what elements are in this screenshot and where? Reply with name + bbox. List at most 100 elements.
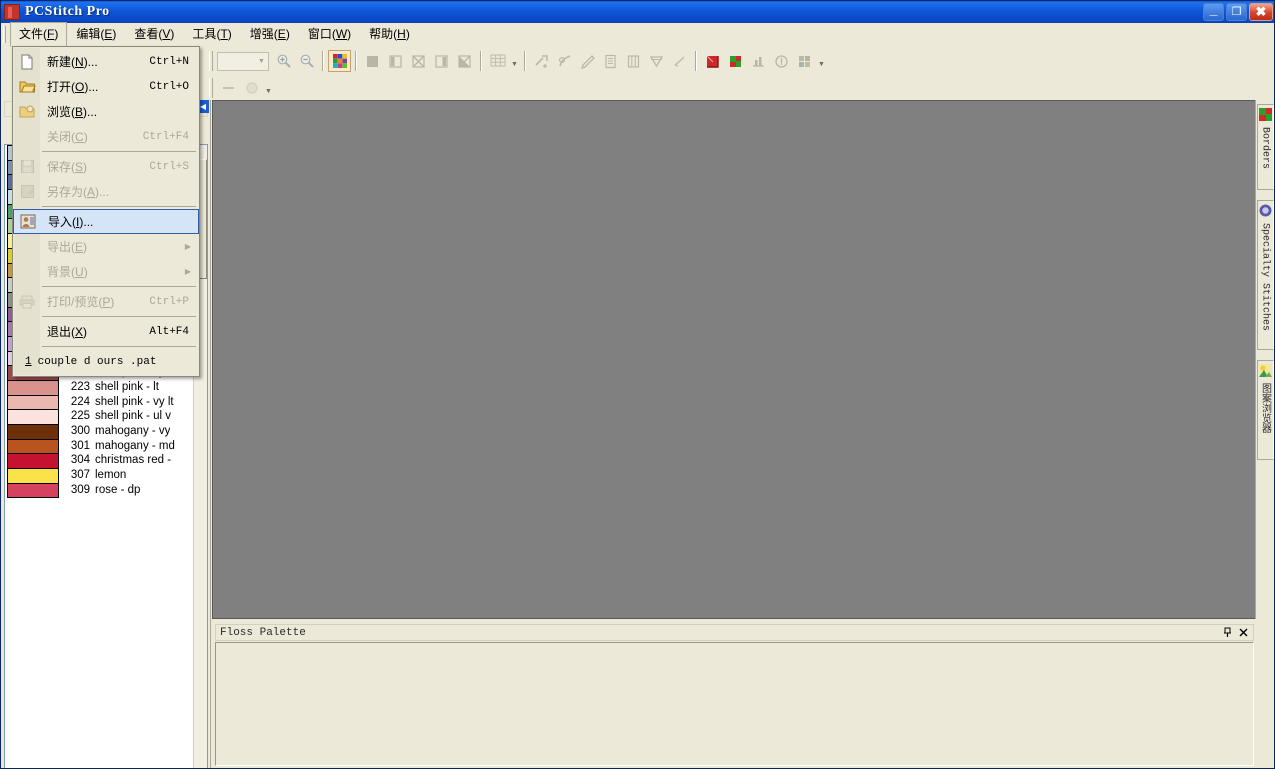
menu-file-accel: F bbox=[47, 26, 55, 41]
color-list-item[interactable]: 307 lemon bbox=[5, 468, 195, 483]
toolbar-separator-5 bbox=[695, 51, 697, 71]
color-name: lemon bbox=[95, 469, 127, 482]
document-canvas[interactable] bbox=[212, 100, 1257, 619]
menu-item-browse[interactable]: 浏览(B)... bbox=[13, 99, 199, 124]
red-book-button[interactable] bbox=[701, 50, 724, 72]
pattern-button[interactable] bbox=[793, 50, 816, 72]
three-quarter-stitch-button[interactable] bbox=[453, 50, 476, 72]
color-swatch bbox=[7, 409, 59, 425]
pin-icon[interactable] bbox=[1221, 626, 1234, 639]
grid-dropdown-arrow-icon[interactable]: ▼ bbox=[509, 50, 520, 72]
close-icon[interactable] bbox=[1237, 626, 1250, 639]
menu-item-text: 浏览 bbox=[47, 105, 72, 119]
menu-item-text: 导入 bbox=[48, 215, 73, 229]
save-as-icon bbox=[15, 181, 39, 202]
color-number: 225 bbox=[70, 410, 90, 423]
color-list-item[interactable]: 223 shell pink - lt bbox=[5, 380, 195, 395]
menu-tools[interactable]: 工具(T) bbox=[183, 22, 240, 46]
flag-green-button[interactable] bbox=[724, 50, 747, 72]
toolbar2-grip[interactable] bbox=[209, 78, 213, 98]
submenu-arrow-icon: ▶ bbox=[184, 242, 191, 251]
menu-item-9: 导出(E) ▶ bbox=[13, 234, 199, 259]
menubar-grip[interactable] bbox=[3, 26, 6, 43]
chart-button[interactable] bbox=[747, 50, 770, 72]
full-stitch-button[interactable] bbox=[361, 50, 384, 72]
zoom-out-button[interactable] bbox=[295, 50, 318, 72]
menu-item-open-folder[interactable]: 打开(O)... Ctrl+O bbox=[13, 74, 199, 99]
toolbar-grip[interactable] bbox=[209, 51, 213, 71]
menu-window[interactable]: 窗口(W) bbox=[299, 22, 360, 46]
eraser-button[interactable] bbox=[668, 50, 691, 72]
line-width-button[interactable] bbox=[217, 77, 240, 99]
minimize-button[interactable]: _ bbox=[1203, 2, 1224, 21]
color-number: 223 bbox=[70, 381, 90, 393]
menu-item-save-disk: 保存(S) Ctrl+S bbox=[13, 154, 199, 179]
info-button[interactable] bbox=[770, 50, 793, 72]
menu-separator bbox=[42, 286, 196, 287]
vtab-borders[interactable]: Borders bbox=[1256, 104, 1274, 190]
knot-button[interactable] bbox=[240, 77, 263, 99]
submenu-arrow-icon: ▶ bbox=[184, 267, 191, 276]
column-button[interactable] bbox=[622, 50, 645, 72]
color-list-item[interactable]: 300 mahogany - vy bbox=[5, 424, 195, 439]
menu-item-import[interactable]: 导入(I)... bbox=[13, 209, 199, 234]
menu-window-accel: W bbox=[335, 27, 348, 41]
backstitch-button[interactable] bbox=[553, 50, 576, 72]
color-palette-button[interactable] bbox=[328, 50, 351, 72]
color-list-item[interactable]: 224 shell pink - vy lt bbox=[5, 394, 195, 410]
menu-item-label: 另存为(A)... bbox=[47, 183, 109, 200]
floss-palette-body[interactable] bbox=[215, 642, 1254, 766]
menu-file[interactable]: 文件(F) bbox=[10, 21, 68, 47]
color-name: rose - dp bbox=[95, 483, 141, 496]
color-swatch bbox=[7, 438, 59, 454]
menu-item-accel: (N)... bbox=[71, 55, 98, 69]
flag-button[interactable] bbox=[645, 50, 668, 72]
half-stitch-left-button[interactable] bbox=[384, 50, 407, 72]
vtab-pattern-browser-label: 图案浏览器 bbox=[1259, 383, 1271, 433]
menu-enhance[interactable]: 增强(E) bbox=[241, 22, 299, 46]
pattern-dropdown-arrow-icon[interactable]: ▼ bbox=[816, 50, 827, 72]
menu-item-accel: (B)... bbox=[71, 105, 98, 119]
close-button[interactable]: ✖ bbox=[1249, 3, 1273, 21]
color-swatch bbox=[7, 453, 59, 469]
menu-help[interactable]: 帮助(H) bbox=[360, 22, 419, 46]
menu-tools-accel: T bbox=[220, 27, 228, 41]
close-icon: ✖ bbox=[1255, 4, 1267, 19]
menu-item-10: 背景(U) ▶ bbox=[13, 259, 199, 284]
pencil-button[interactable] bbox=[576, 50, 599, 72]
menu-item-recent-file[interactable]: 1 couple d ours .pat bbox=[13, 349, 199, 374]
menu-item-14[interactable]: 退出(X) Alt+F4 bbox=[13, 319, 199, 344]
color-list-item[interactable]: 225 shell pink - ul v bbox=[5, 409, 195, 425]
menu-edit[interactable]: 编辑(E) bbox=[67, 22, 125, 46]
color-list-item[interactable]: 309 rose - dp bbox=[5, 482, 195, 498]
add-stitch-button[interactable] bbox=[530, 50, 553, 72]
color-swatch bbox=[7, 482, 59, 498]
color-list-item[interactable]: 301 mahogany - md bbox=[5, 438, 195, 454]
no-icon bbox=[15, 321, 39, 342]
grid-button[interactable] bbox=[486, 50, 509, 72]
menu-item-new-document[interactable]: 新建(N)... Ctrl+N bbox=[13, 49, 199, 74]
menu-window-label: 窗口 bbox=[307, 27, 332, 41]
quarter-stitch-button[interactable] bbox=[407, 50, 430, 72]
menu-item-text: 导出 bbox=[47, 240, 72, 254]
half-stitch-right-button[interactable] bbox=[430, 50, 453, 72]
vtab-specialty-stitches[interactable]: Specialty Stitches bbox=[1256, 200, 1274, 350]
knot-dropdown-arrow-icon[interactable]: ▼ bbox=[263, 77, 274, 99]
restore-button[interactable]: ❐ bbox=[1226, 3, 1247, 21]
pattern-browser-icon bbox=[1258, 364, 1272, 380]
menu-item-text: 背景 bbox=[47, 265, 72, 279]
zoom-level-combo[interactable]: ▼ bbox=[217, 51, 269, 71]
zoom-in-button[interactable] bbox=[272, 50, 295, 72]
menu-item-label: 导出(E) bbox=[47, 238, 87, 255]
new-document-icon bbox=[15, 51, 39, 72]
toolbar-separator-1 bbox=[322, 51, 324, 71]
app-icon bbox=[4, 4, 20, 20]
menu-item-accel: (P) bbox=[98, 295, 115, 309]
menu-item-text: 打印/预览 bbox=[47, 295, 99, 309]
vtab-pattern-browser[interactable]: 图案浏览器 bbox=[1256, 360, 1274, 460]
menu-view[interactable]: 查看(V) bbox=[125, 22, 183, 46]
color-swatch bbox=[7, 380, 59, 395]
page-button[interactable] bbox=[599, 50, 622, 72]
color-list-item[interactable]: 304 christmas red - bbox=[5, 453, 195, 469]
menu-item-shortcut: Ctrl+S bbox=[149, 160, 189, 173]
